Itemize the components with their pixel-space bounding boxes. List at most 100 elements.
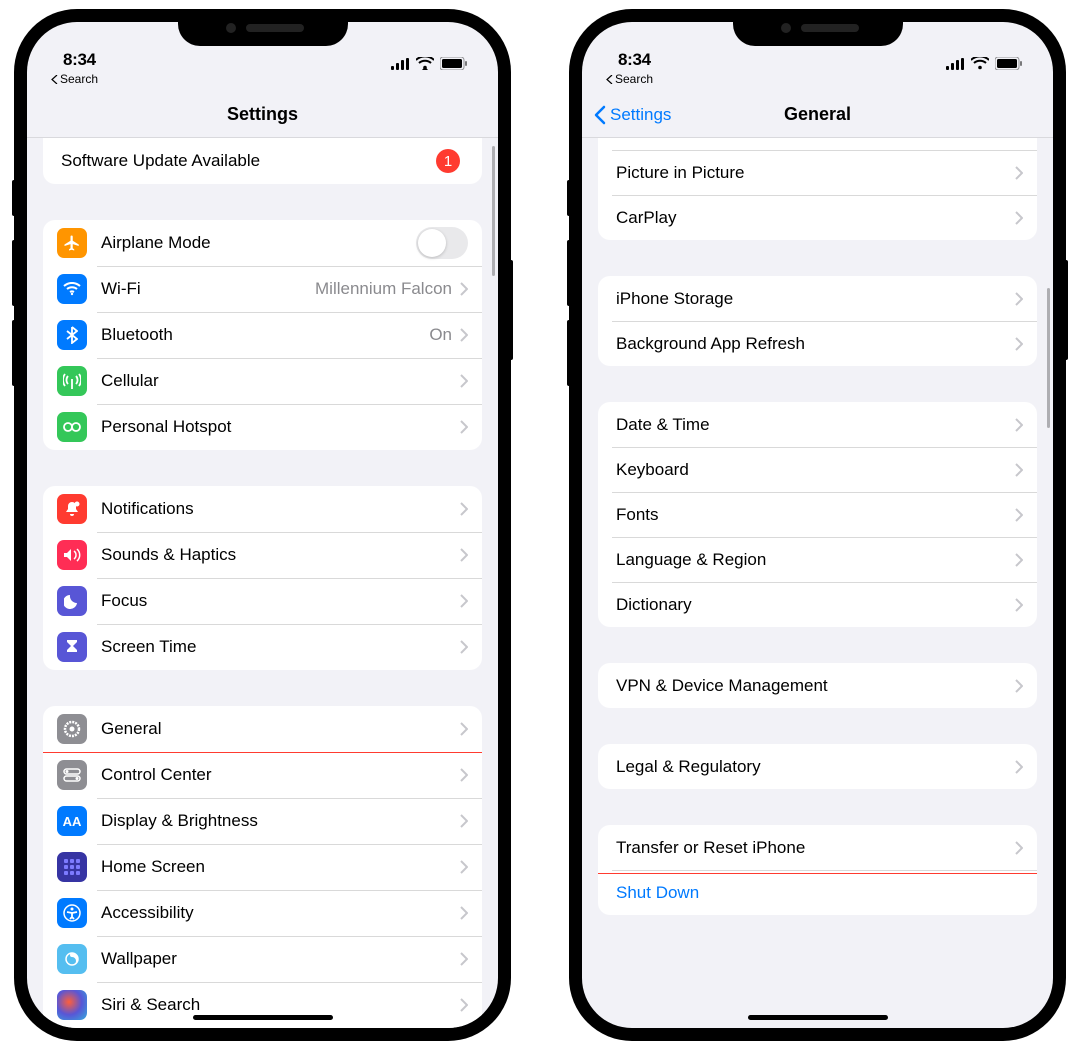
chevron-right-icon <box>460 420 468 434</box>
nav-bar: Settings <box>27 92 498 138</box>
back-to-search[interactable]: Search <box>27 72 498 92</box>
row-label: Siri & Search <box>101 995 460 1015</box>
row-background-refresh[interactable]: Background App Refresh <box>598 321 1037 366</box>
row-display[interactable]: AA Display & Brightness <box>43 798 482 844</box>
airplane-toggle[interactable] <box>416 227 468 259</box>
row-airplane-mode[interactable]: Airplane Mode <box>43 220 482 266</box>
wallpaper-icon <box>57 944 87 974</box>
scrollbar[interactable] <box>1047 288 1050 428</box>
nav-back-button[interactable]: Settings <box>594 105 671 125</box>
row-label: Accessibility <box>101 903 460 923</box>
chevron-right-icon <box>460 282 468 296</box>
status-icons <box>946 57 1023 70</box>
chevron-right-icon <box>460 328 468 342</box>
chevron-left-icon <box>594 105 606 125</box>
row-wallpaper[interactable]: Wallpaper <box>43 936 482 982</box>
hourglass-icon <box>57 632 87 662</box>
chevron-right-icon <box>1015 841 1023 855</box>
row-keyboard[interactable]: Keyboard <box>598 447 1037 492</box>
row-fonts[interactable]: Fonts <box>598 492 1037 537</box>
chevron-right-icon <box>1015 166 1023 180</box>
row-wifi[interactable]: Wi-Fi Millennium Falcon <box>43 266 482 312</box>
row-shut-down[interactable]: Shut Down <box>598 870 1037 915</box>
row-control-center[interactable]: Control Center <box>43 752 482 798</box>
row-label: Picture in Picture <box>616 163 1015 183</box>
settings-scroll[interactable]: Software Update Available 1 Airplane Mod… <box>27 138 498 1028</box>
hotspot-icon <box>57 412 87 442</box>
nav-back-label: Settings <box>610 105 671 125</box>
home-indicator[interactable] <box>193 1015 333 1020</box>
chevron-right-icon <box>460 906 468 920</box>
row-legal[interactable]: Legal & Regulatory <box>598 744 1037 789</box>
row-label: General <box>101 719 460 739</box>
home-indicator[interactable] <box>748 1015 888 1020</box>
accessibility-icon <box>57 898 87 928</box>
nav-title: General <box>784 104 851 125</box>
row-pip[interactable]: Picture in Picture <box>598 150 1037 195</box>
row-transfer-reset[interactable]: Transfer or Reset iPhone <box>598 825 1037 870</box>
general-scroll[interactable]: Picture in Picture CarPlay iPhone Storag… <box>582 138 1053 1028</box>
row-label: Cellular <box>101 371 460 391</box>
nav-title: Settings <box>227 104 298 125</box>
row-dictionary[interactable]: Dictionary <box>598 582 1037 627</box>
status-time: 8:34 <box>63 50 96 70</box>
caret-left-icon <box>51 75 58 84</box>
row-cutoff[interactable] <box>598 138 1037 150</box>
gear-icon <box>57 714 87 744</box>
status-icons <box>391 57 468 70</box>
row-focus[interactable]: Focus <box>43 578 482 624</box>
row-label: Airplane Mode <box>101 233 416 253</box>
row-label: Language & Region <box>616 550 1015 570</box>
row-vpn[interactable]: VPN & Device Management <box>598 663 1037 708</box>
chevron-right-icon <box>460 374 468 388</box>
row-bluetooth[interactable]: Bluetooth On <box>43 312 482 358</box>
row-label: Screen Time <box>101 637 460 657</box>
siri-icon <box>57 990 87 1020</box>
row-accessibility[interactable]: Accessibility <box>43 890 482 936</box>
speaker-icon <box>57 540 87 570</box>
moon-icon <box>57 586 87 616</box>
chevron-right-icon <box>460 640 468 654</box>
back-search-label: Search <box>615 72 653 86</box>
row-date-time[interactable]: Date & Time <box>598 402 1037 447</box>
chevron-right-icon <box>1015 337 1023 351</box>
chevron-right-icon <box>460 814 468 828</box>
row-label: Wallpaper <box>101 949 460 969</box>
back-to-search[interactable]: Search <box>582 72 1053 92</box>
row-screen-time[interactable]: Screen Time <box>43 624 482 670</box>
caret-left-icon <box>606 75 613 84</box>
row-cellular[interactable]: Cellular <box>43 358 482 404</box>
row-carplay[interactable]: CarPlay <box>598 195 1037 240</box>
row-label: Legal & Regulatory <box>616 757 1015 777</box>
row-label: CarPlay <box>616 208 1015 228</box>
row-label: Background App Refresh <box>616 334 1015 354</box>
row-home-screen[interactable]: Home Screen <box>43 844 482 890</box>
row-label: Wi-Fi <box>101 279 315 299</box>
row-label: Software Update Available <box>57 151 436 171</box>
row-sounds[interactable]: Sounds & Haptics <box>43 532 482 578</box>
update-badge: 1 <box>436 149 460 173</box>
row-iphone-storage[interactable]: iPhone Storage <box>598 276 1037 321</box>
row-label: Dictionary <box>616 595 1015 615</box>
chevron-right-icon <box>1015 598 1023 612</box>
row-notifications[interactable]: Notifications <box>43 486 482 532</box>
wifi-settings-icon <box>57 274 87 304</box>
cellular-settings-icon <box>57 366 87 396</box>
chevron-right-icon <box>1015 760 1023 774</box>
scrollbar[interactable] <box>492 146 495 276</box>
row-hotspot[interactable]: Personal Hotspot <box>43 404 482 450</box>
row-general[interactable]: General <box>43 706 482 752</box>
bell-icon <box>57 494 87 524</box>
row-language-region[interactable]: Language & Region <box>598 537 1037 582</box>
nav-bar: Settings General <box>582 92 1053 138</box>
row-label: VPN & Device Management <box>616 676 1015 696</box>
bluetooth-icon <box>57 320 87 350</box>
chevron-right-icon <box>1015 418 1023 432</box>
chevron-right-icon <box>1015 679 1023 693</box>
row-software-update[interactable]: Software Update Available 1 <box>43 138 482 184</box>
chevron-right-icon <box>460 502 468 516</box>
cellular-icon <box>946 58 965 70</box>
row-siri[interactable]: Siri & Search <box>43 982 482 1028</box>
wifi-icon <box>416 57 434 70</box>
row-label: Display & Brightness <box>101 811 460 831</box>
